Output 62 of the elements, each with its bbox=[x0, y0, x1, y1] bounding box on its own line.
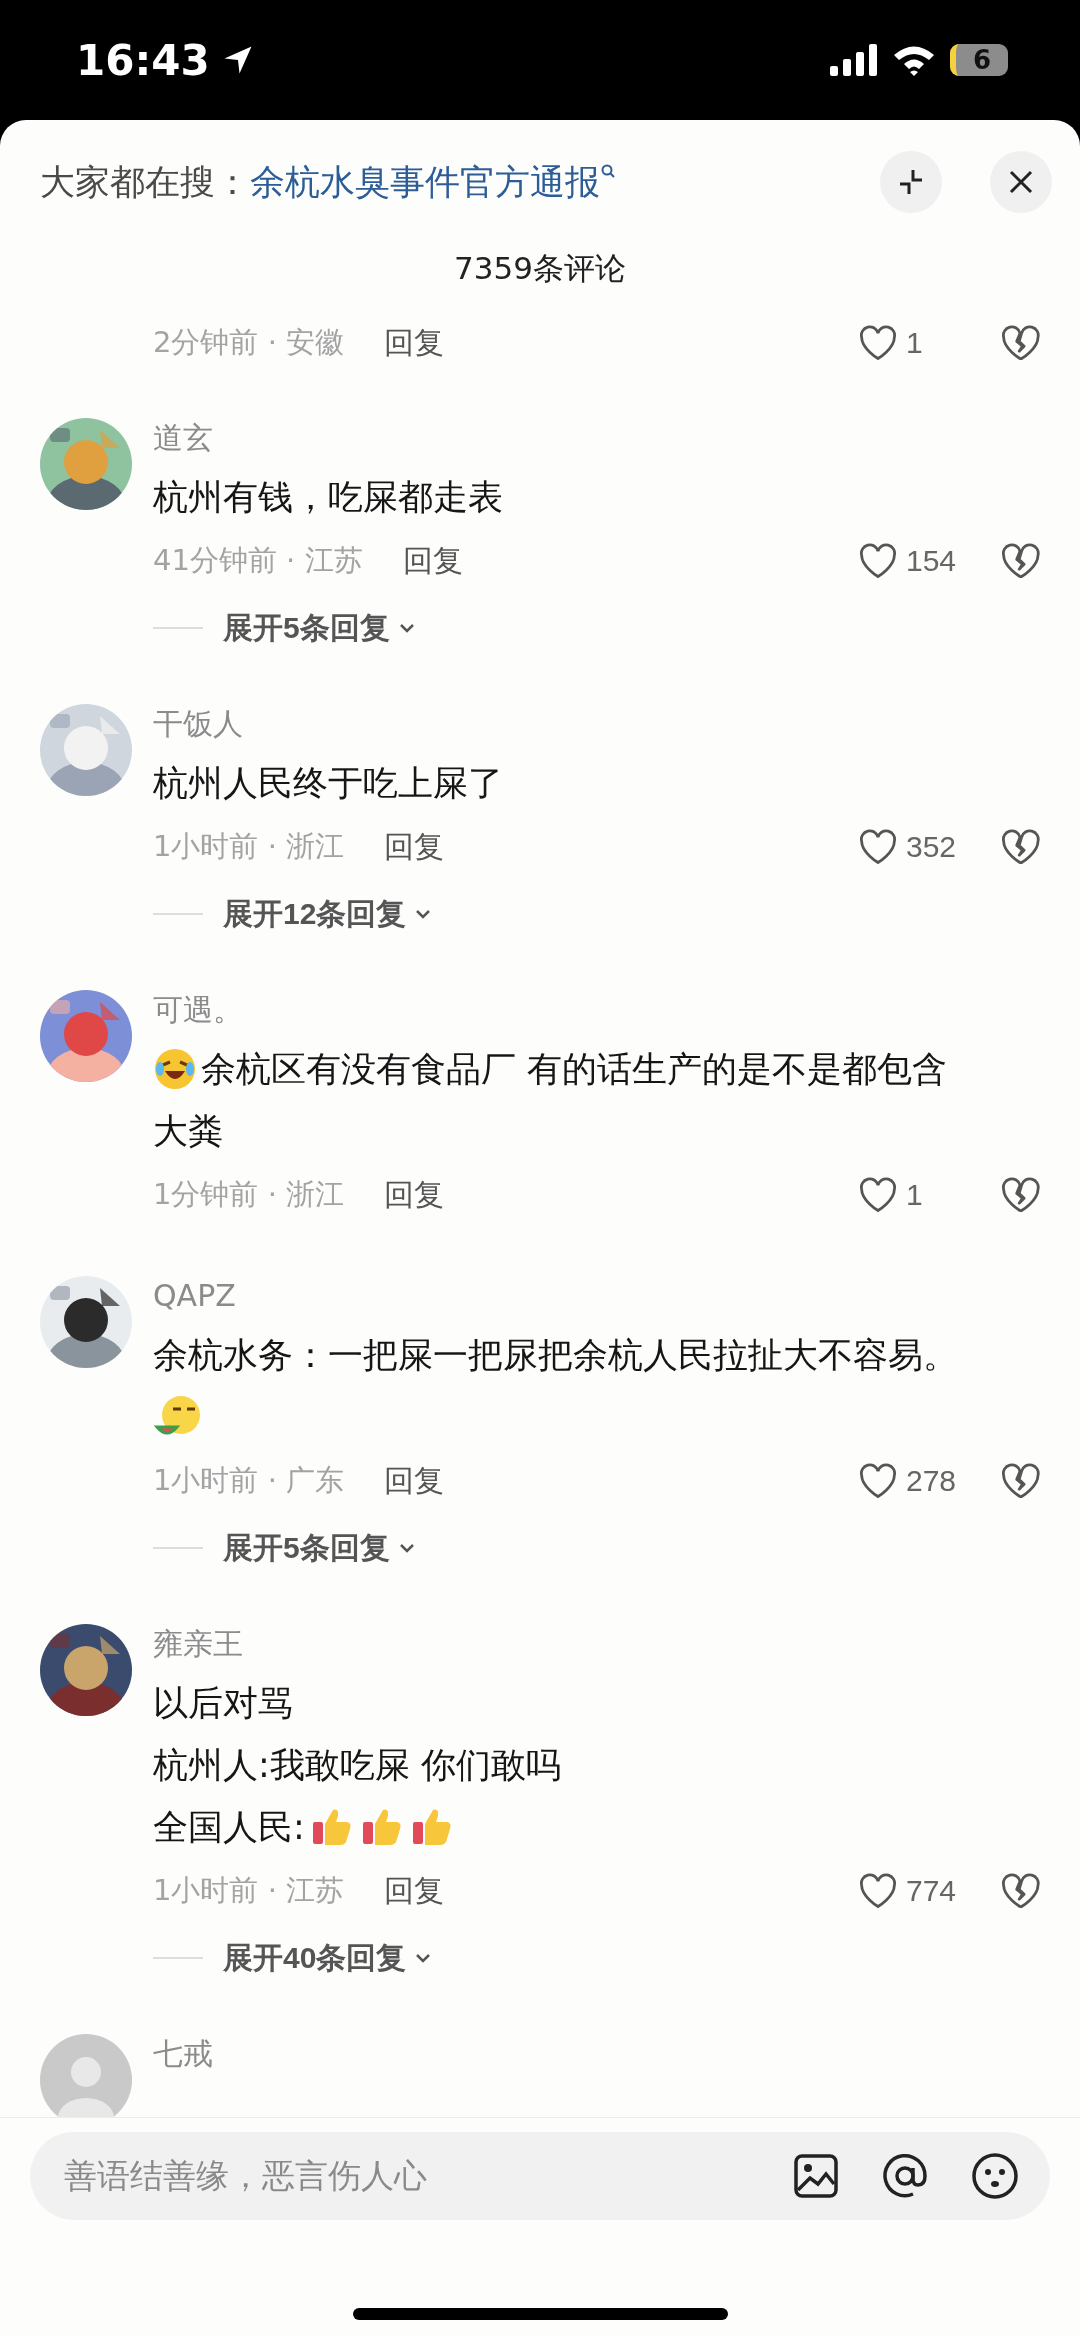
username[interactable]: 可遇。 bbox=[153, 982, 1040, 1038]
comment-text: 余杭区有没有食品厂 有的话生产的是不是都包含 bbox=[201, 1048, 948, 1091]
comment-time-location: 1小时前 · 江苏 bbox=[153, 1872, 345, 1909]
username[interactable]: 道玄 bbox=[153, 410, 1040, 466]
trending-label: 大家都在搜： bbox=[40, 160, 250, 204]
reply-button[interactable]: 回复 bbox=[384, 1174, 445, 1216]
reply-button[interactable]: 回复 bbox=[384, 1870, 445, 1912]
close-icon bbox=[1007, 168, 1035, 196]
status-time: 16:43 bbox=[76, 35, 210, 85]
like-button[interactable]: 278 bbox=[858, 1463, 988, 1499]
comment-text: 以后对骂 bbox=[153, 1682, 293, 1725]
comment-text: 余杭水务：一把屎一把尿把余杭人民拉扯大不容易。 bbox=[153, 1334, 958, 1377]
comment-text: 杭州人:我敢吃屎 你们敢吗 bbox=[153, 1744, 561, 1787]
expand-replies-button[interactable]: 展开40条回复 bbox=[223, 1937, 435, 1979]
reply-button[interactable]: 回复 bbox=[384, 1460, 445, 1502]
signal-icon bbox=[830, 44, 878, 76]
expand-replies-button[interactable]: 展开12条回复 bbox=[223, 893, 435, 935]
expand-replies-button[interactable]: 展开5条回复 bbox=[223, 1527, 418, 1569]
heart-icon bbox=[858, 1873, 898, 1909]
like-button[interactable]: 352 bbox=[858, 829, 988, 865]
like-button[interactable]: 1 bbox=[858, 325, 988, 361]
comment-count: 7359条评论 bbox=[454, 250, 626, 286]
search-icon bbox=[600, 162, 616, 179]
heart-icon bbox=[858, 1177, 898, 1213]
dislike-button[interactable] bbox=[1000, 829, 1040, 865]
username[interactable]: QAPZ bbox=[153, 1268, 1040, 1324]
heart-icon bbox=[858, 1463, 898, 1499]
battery-indicator: 6 bbox=[950, 44, 1008, 76]
heart-icon bbox=[858, 543, 898, 579]
comment-time-location: 1小时前 · 浙江 bbox=[153, 828, 345, 865]
comment-time-location: 1分钟前 · 浙江 bbox=[153, 1176, 345, 1213]
image-icon[interactable] bbox=[792, 2152, 840, 2200]
comment-text: 杭州人民终于吃上屎了 bbox=[153, 762, 503, 805]
trending-search-link[interactable]: 余杭水臭事件官方通报 bbox=[250, 158, 616, 206]
dislike-button[interactable] bbox=[1000, 1873, 1040, 1909]
comment-text: 全国人民: bbox=[153, 1806, 305, 1849]
comment-time-location: 41分钟前 · 江苏 bbox=[153, 542, 363, 579]
comment-input[interactable]: 善语结善缘，恶言伤人心 bbox=[62, 2156, 752, 2196]
reply-button[interactable]: 回复 bbox=[384, 826, 445, 868]
comment-text: 杭州有钱，吃屎都走表 bbox=[153, 476, 503, 519]
wifi-icon bbox=[892, 44, 936, 76]
comment-field[interactable]: 善语结善缘，恶言伤人心 bbox=[30, 2132, 1050, 2220]
expand-replies-button[interactable]: 展开5条回复 bbox=[223, 607, 418, 649]
like-button[interactable]: 1 bbox=[858, 1177, 988, 1213]
reply-button[interactable]: 回复 bbox=[384, 322, 445, 364]
heart-icon bbox=[858, 325, 898, 361]
laughing-face-icon bbox=[153, 1047, 197, 1091]
like-button[interactable]: 154 bbox=[858, 543, 988, 579]
emoji-icon[interactable] bbox=[970, 2151, 1020, 2201]
like-button[interactable]: 774 bbox=[858, 1873, 988, 1909]
dislike-button[interactable] bbox=[1000, 1463, 1040, 1499]
dislike-button[interactable] bbox=[1000, 1177, 1040, 1213]
username[interactable]: 七戒 bbox=[153, 2026, 1040, 2082]
heart-icon bbox=[858, 829, 898, 865]
username[interactable]: 干饭人 bbox=[153, 696, 1040, 752]
comment-time-location: 1小时前 · 广东 bbox=[153, 1462, 345, 1499]
reply-button[interactable]: 回复 bbox=[402, 540, 463, 582]
comment-time-location: 2分钟前 · 安徽 bbox=[153, 324, 345, 361]
comment-text: 大粪 bbox=[153, 1110, 223, 1153]
username[interactable]: 雍亲王 bbox=[153, 1616, 1040, 1672]
dislike-button[interactable] bbox=[1000, 325, 1040, 361]
dislike-button[interactable] bbox=[1000, 543, 1040, 579]
